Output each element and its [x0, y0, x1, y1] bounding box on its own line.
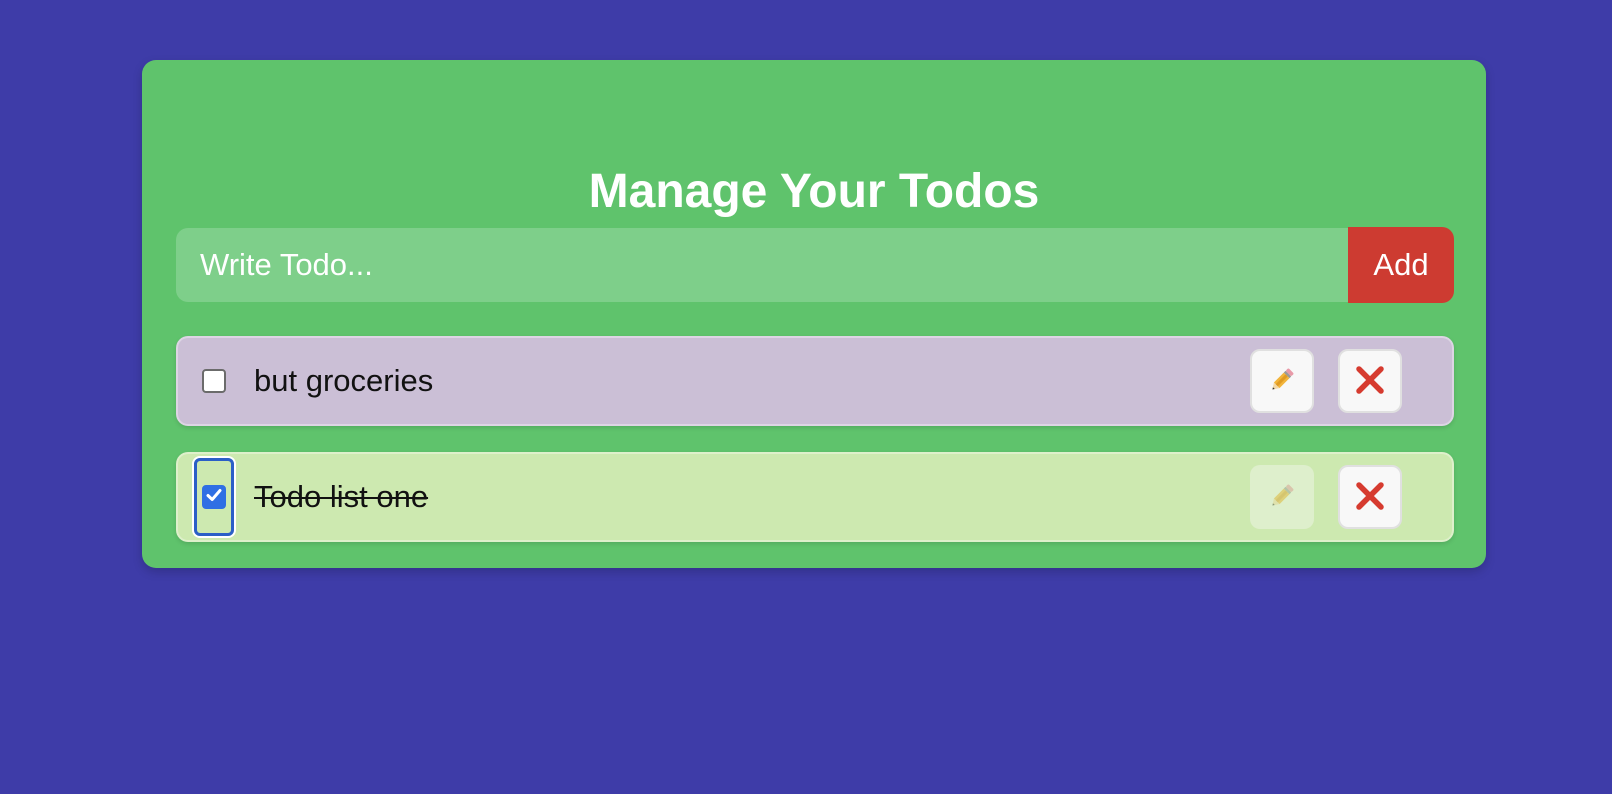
- todo-card: Manage Your Todos Add but groceries: [142, 60, 1486, 568]
- todo-text: Todo list one: [254, 479, 429, 514]
- todo-input[interactable]: [176, 228, 1348, 302]
- checkmark-icon: [205, 486, 223, 509]
- pencil-icon: [1267, 365, 1297, 398]
- pencil-icon: [1267, 481, 1297, 514]
- todo-text: but groceries: [254, 363, 434, 398]
- page-title: Manage Your Todos: [588, 165, 1040, 218]
- edit-button: [1250, 465, 1314, 529]
- delete-button[interactable]: [1338, 349, 1402, 413]
- todo-item: Todo list one: [176, 452, 1454, 542]
- close-icon: [1354, 480, 1386, 515]
- todo-checkbox-wrapper: [194, 458, 234, 536]
- todo-checkbox[interactable]: [202, 485, 226, 509]
- add-button[interactable]: Add: [1348, 227, 1454, 303]
- todo-checkbox[interactable]: [202, 369, 226, 393]
- todo-item: but groceries: [176, 336, 1454, 426]
- todo-checkbox-wrapper: [194, 342, 234, 420]
- close-icon: [1354, 364, 1386, 399]
- edit-button[interactable]: [1250, 349, 1314, 413]
- add-todo-form: Add: [176, 227, 1454, 303]
- delete-button[interactable]: [1338, 465, 1402, 529]
